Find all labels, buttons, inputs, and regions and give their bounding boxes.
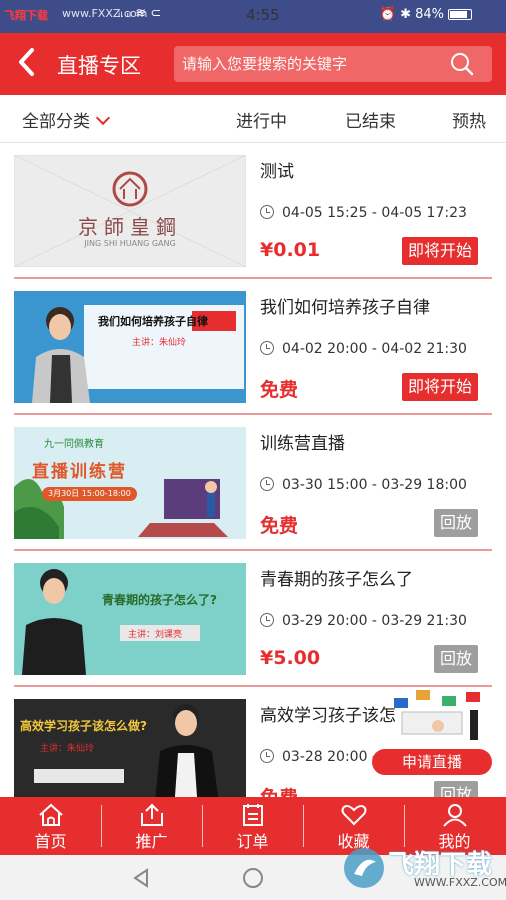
- nav-promote[interactable]: 推广: [101, 797, 202, 855]
- item-title: 测试: [260, 162, 294, 182]
- status-button[interactable]: 即将开始: [401, 237, 478, 265]
- tab-live[interactable]: 进行中: [236, 107, 287, 132]
- list-item[interactable]: 我们如何培养孩子自律 主讲：朱仙玲 我们如何培养孩子自律 04-02 20:00…: [14, 279, 492, 415]
- thumb-text: 高效学习孩子该怎么做?: [20, 719, 147, 733]
- clock-icon: [260, 341, 274, 355]
- item-price: ¥0.01: [260, 239, 321, 261]
- nav-home[interactable]: 首页: [0, 797, 101, 855]
- tab-ended[interactable]: 已结束: [345, 107, 396, 132]
- replay-button[interactable]: 回放: [433, 645, 478, 673]
- signal-icon: ᵢₗ ᵢₗ ≋ ⊂: [118, 6, 162, 21]
- user-icon: [443, 804, 467, 827]
- thumb-text: 我们如何培养孩子自律: [98, 315, 208, 328]
- thumb-sub: 主讲：朱仙玲: [40, 744, 95, 754]
- back-button[interactable]: [16, 46, 46, 82]
- watermark-logo: 飞翔下载 WWW.FXXZ.COM: [340, 842, 506, 892]
- apply-live-button[interactable]: 申请直播: [372, 749, 492, 775]
- item-price: 免费: [260, 515, 299, 537]
- chevron-down-icon: [95, 110, 111, 126]
- item-price: 免费: [260, 379, 299, 401]
- item-title: 我们如何培养孩子自律: [260, 298, 430, 318]
- item-title: 青春期的孩子怎么了: [260, 570, 413, 590]
- search-input[interactable]: [182, 50, 432, 78]
- thumb-sub: 3月30日 15:00-18:00: [42, 487, 137, 501]
- order-icon: [243, 804, 263, 826]
- item-time: 03-30 15:00 - 03-29 18:00: [260, 477, 467, 493]
- thumb-logo-sub: JING SHI HUANG GANG: [84, 239, 176, 248]
- thumbnail: 高效学习孩子该怎么做? 主讲：朱仙玲: [14, 699, 246, 811]
- thumb-brand: 九一同佩教育: [44, 439, 104, 450]
- thumb-sub: 主讲：朱仙玲: [132, 338, 187, 348]
- thumb-text: 青春期的孩子怎么了?: [102, 593, 217, 607]
- tab-preheat[interactable]: 预热: [452, 107, 486, 132]
- share-icon: [141, 803, 163, 826]
- status-bar: 飞翔下载 www.FXXZ.com ᵢₗ ᵢₗ ≋ ⊂ ⏰ ✱ 84% 4:55: [0, 0, 506, 33]
- home-icon: [39, 803, 63, 826]
- item-title: 高效学习孩子该怎: [260, 706, 396, 726]
- list-item[interactable]: 九一同佩教育 直播训练营 3月30日 15:00-18:00 训练营直播 03-…: [14, 415, 492, 551]
- thumbnail: 京師皇鋼 JING SHI HUANG GANG: [14, 155, 246, 267]
- search-icon[interactable]: [450, 52, 474, 76]
- clock-icon: [260, 477, 274, 491]
- chevron-left-icon: [19, 48, 34, 76]
- watermark-text: 飞翔下载: [4, 9, 48, 22]
- list-item[interactable]: 青春期的孩子怎么了? 主讲：刘课亮 青春期的孩子怎么了 03-29 20:00 …: [14, 551, 492, 687]
- thumbnail: 青春期的孩子怎么了? 主讲：刘课亮: [14, 563, 246, 675]
- back-triangle-icon[interactable]: [130, 867, 152, 889]
- clock-icon: [260, 613, 274, 627]
- apply-live-illustration: [394, 690, 480, 740]
- thumb-sub: 主讲：刘课亮: [128, 630, 183, 640]
- heart-icon: [341, 805, 367, 826]
- page-title: 直播专区: [57, 54, 141, 78]
- item-title: 训练营直播: [260, 434, 345, 454]
- thumbnail: 九一同佩教育 直播训练营 3月30日 15:00-18:00: [14, 427, 246, 539]
- search-bar[interactable]: [174, 46, 492, 82]
- clock-time: 4:55: [246, 6, 280, 24]
- replay-button[interactable]: 回放: [433, 509, 478, 537]
- filter-all-categories[interactable]: 全部分类: [22, 107, 111, 132]
- clock-icon: [260, 205, 274, 219]
- thumbnail: 我们如何培养孩子自律 主讲：朱仙玲: [14, 291, 246, 403]
- item-time: 03-29 20:00 - 03-29 21:30: [260, 613, 467, 629]
- item-price: ¥5.00: [260, 647, 321, 669]
- item-time: 04-05 15:25 - 04-05 17:23: [260, 205, 467, 221]
- item-time: 04-02 20:00 - 04-02 21:30: [260, 341, 467, 357]
- filter-bar: 全部分类 进行中 已结束 预热: [0, 95, 506, 143]
- header: 直播专区: [0, 33, 506, 95]
- home-circle-icon[interactable]: [242, 867, 264, 889]
- nav-orders[interactable]: 订单: [202, 797, 303, 855]
- thumb-text: 直播训练营: [32, 462, 127, 482]
- watermark-url-br: WWW.FXXZ.COM: [414, 876, 506, 889]
- list-item[interactable]: 京師皇鋼 JING SHI HUANG GANG 测试 04-05 15:25 …: [14, 143, 492, 279]
- clock-icon: [260, 749, 274, 763]
- status-button[interactable]: 即将开始: [401, 373, 478, 401]
- watermark-logo-icon: [344, 848, 384, 888]
- thumb-logo-text: 京師皇鋼: [78, 215, 182, 239]
